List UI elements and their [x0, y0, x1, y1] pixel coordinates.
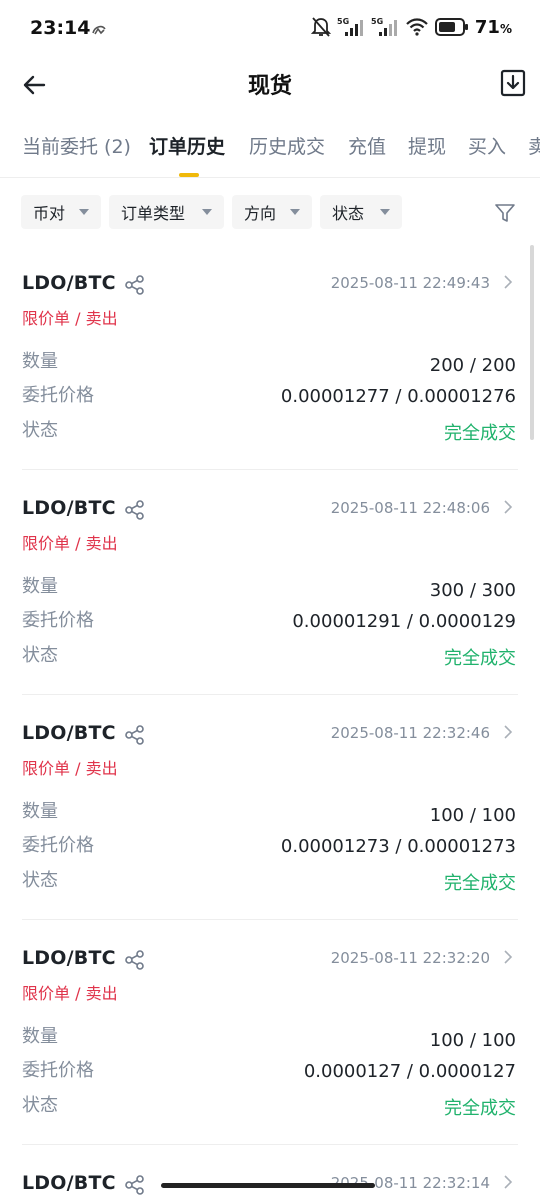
- order-time: 2025-08-11 22:32:46: [330, 724, 490, 742]
- quantity-value: 100 / 100: [429, 805, 516, 826]
- tab-trade-history[interactable]: 历史成交: [249, 132, 325, 159]
- status-label: 状态: [22, 1095, 58, 1116]
- battery-icon: [434, 18, 468, 36]
- order-pair: LDO/BTC: [22, 497, 116, 519]
- order-card[interactable]: LDO/BTC 2025-08-11 22:32:20 限价单 / 卖出 数量 …: [0, 920, 540, 1145]
- order-type: 限价单 / 卖出: [22, 309, 118, 328]
- order-type: 限价单 / 卖出: [22, 759, 118, 778]
- status-icons: 5G 5G 71%: [310, 16, 512, 38]
- tab-sell[interactable]: 卖: [528, 132, 540, 159]
- order-pair: LDO/BTC: [22, 1172, 116, 1194]
- app-header: 现货: [0, 60, 540, 112]
- filter-bar: 币对 订单类型 方向 状态: [0, 195, 540, 229]
- caret-down-icon: [290, 209, 300, 215]
- quantity-label: 数量: [22, 351, 58, 372]
- download-icon[interactable]: [500, 69, 526, 97]
- status-value: 完全成交: [444, 1098, 516, 1119]
- price-value: 0.00001273 / 0.00001273: [280, 836, 516, 857]
- chevron-right-icon[interactable]: [502, 949, 514, 965]
- filter-pair[interactable]: 币对: [21, 195, 101, 229]
- share-icon[interactable]: [124, 499, 146, 521]
- filter-label: 方向: [244, 204, 277, 223]
- status-label: 状态: [22, 420, 58, 441]
- order-time: 2025-08-11 22:49:43: [330, 274, 490, 292]
- battery-percent: 71%: [474, 16, 512, 38]
- order-card[interactable]: LDO/BTC 2025-08-11 22:49:43 限价单 / 卖出 数量 …: [0, 245, 540, 470]
- share-icon[interactable]: [124, 724, 146, 746]
- status-value: 完全成交: [444, 648, 516, 669]
- order-pair: LDO/BTC: [22, 272, 116, 294]
- svg-text:5G: 5G: [337, 17, 349, 26]
- wifi-icon: [406, 18, 428, 36]
- filter-label: 状态: [332, 204, 365, 223]
- caret-down-icon: [202, 209, 212, 215]
- order-card[interactable]: LDO/BTC 2025-08-11 22:48:06 限价单 / 卖出 数量 …: [0, 470, 540, 695]
- price-value: 0.0000127 / 0.0000127: [303, 1061, 516, 1082]
- caret-down-icon: [380, 209, 390, 215]
- caret-down-icon: [79, 209, 89, 215]
- tab-deposit[interactable]: 充值: [348, 132, 386, 159]
- share-icon[interactable]: [124, 949, 146, 971]
- status-value: 完全成交: [444, 423, 516, 444]
- app-notification-icon: [92, 25, 106, 35]
- clock: 23:14: [30, 17, 91, 39]
- tab-withdraw[interactable]: 提现: [408, 132, 446, 159]
- status-bar: 23:14 5G 5G 71%: [0, 0, 540, 60]
- order-type: 限价单 / 卖出: [22, 984, 118, 1003]
- order-pair: LDO/BTC: [22, 722, 116, 744]
- share-icon[interactable]: [124, 274, 146, 296]
- divider: [0, 177, 540, 178]
- svg-text:5G: 5G: [371, 17, 383, 26]
- order-card[interactable]: LDO/BTC 2025-08-11 22:32:14: [0, 1145, 540, 1200]
- status-value: 完全成交: [444, 873, 516, 894]
- home-indicator[interactable]: [161, 1183, 375, 1188]
- tab-order-history[interactable]: 订单历史: [149, 132, 225, 159]
- chevron-right-icon[interactable]: [502, 274, 514, 290]
- price-value: 0.00001277 / 0.00001276: [280, 386, 516, 407]
- quantity-value: 100 / 100: [429, 1030, 516, 1051]
- chevron-right-icon[interactable]: [502, 724, 514, 740]
- quantity-value: 200 / 200: [429, 355, 516, 376]
- price-value: 0.00001291 / 0.0000129: [292, 611, 516, 632]
- tab-bar: 当前委托 (2) 订单历史 历史成交 充值 提现 买入 卖: [0, 120, 540, 176]
- filter-order-type[interactable]: 订单类型: [109, 195, 224, 229]
- funnel-icon[interactable]: [494, 202, 516, 224]
- filter-label: 订单类型: [121, 204, 186, 223]
- order-type: 限价单 / 卖出: [22, 534, 118, 553]
- status-label: 状态: [22, 645, 58, 666]
- price-label: 委托价格: [22, 1060, 94, 1081]
- order-time: 2025-08-11 22:48:06: [330, 499, 490, 517]
- quantity-label: 数量: [22, 576, 58, 597]
- tab-buy[interactable]: 买入: [468, 132, 506, 159]
- quantity-value: 300 / 300: [429, 580, 516, 601]
- share-icon[interactable]: [124, 1174, 146, 1196]
- status-label: 状态: [22, 870, 58, 891]
- quantity-label: 数量: [22, 801, 58, 822]
- tab-open-orders[interactable]: 当前委托 (2): [22, 132, 131, 159]
- signal-5g-icon: 5G: [371, 17, 397, 36]
- order-time: 2025-08-11 22:32:20: [330, 949, 490, 967]
- filter-status[interactable]: 状态: [320, 195, 402, 229]
- order-card[interactable]: LDO/BTC 2025-08-11 22:32:46 限价单 / 卖出 数量 …: [0, 695, 540, 920]
- mute-bell-icon: [310, 17, 331, 37]
- chevron-right-icon[interactable]: [502, 1174, 514, 1190]
- filter-label: 币对: [33, 204, 66, 223]
- price-label: 委托价格: [22, 610, 94, 631]
- page-title: 现货: [247, 74, 292, 99]
- quantity-label: 数量: [22, 1026, 58, 1047]
- price-label: 委托价格: [22, 835, 94, 856]
- signal-5g-icon: 5G: [337, 17, 363, 36]
- chevron-right-icon[interactable]: [502, 499, 514, 515]
- filter-side[interactable]: 方向: [232, 195, 312, 229]
- price-label: 委托价格: [22, 385, 94, 406]
- order-pair: LDO/BTC: [22, 947, 116, 969]
